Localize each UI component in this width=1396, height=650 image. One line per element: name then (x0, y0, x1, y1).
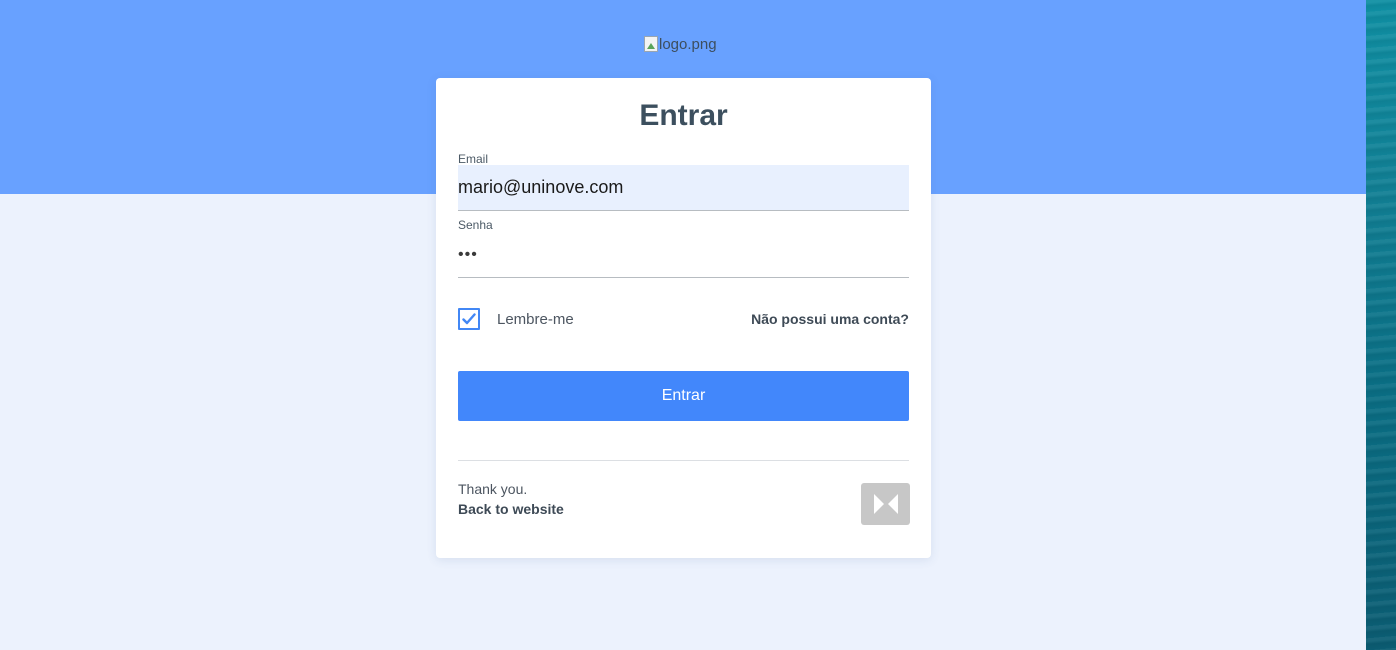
login-page: logo.png Entrar Email mario@uninove.com … (0, 0, 1396, 650)
email-label: Email (458, 152, 489, 166)
logo-image: logo.png (644, 34, 717, 54)
email-value: mario@uninove.com (458, 177, 624, 197)
login-title: Entrar (639, 99, 728, 132)
signup-link[interactable]: Não possui uma conta? (751, 311, 909, 327)
divider (458, 460, 909, 461)
thanks-text: Thank you. (458, 481, 528, 497)
remember-checkbox[interactable] (458, 308, 480, 330)
bowtie-shape-icon (873, 494, 898, 514)
password-value: ••• (458, 245, 478, 263)
side-image-strip (1366, 0, 1396, 650)
checkmark-icon (462, 313, 476, 325)
back-to-website-link[interactable]: Back to website (458, 501, 564, 517)
email-field[interactable]: mario@uninove.com (458, 165, 909, 211)
bowtie-logo-icon[interactable] (861, 483, 910, 525)
remember-me: Lembre-me (458, 308, 574, 330)
broken-image-icon (644, 36, 658, 52)
password-label: Senha (458, 218, 493, 232)
login-button[interactable]: Entrar (458, 371, 909, 421)
remember-label[interactable]: Lembre-me (497, 311, 574, 328)
logo-alt-text: logo.png (659, 35, 717, 53)
login-card: Entrar Email mario@uninove.com Senha •••… (436, 78, 931, 558)
password-field[interactable]: ••• (458, 232, 909, 278)
